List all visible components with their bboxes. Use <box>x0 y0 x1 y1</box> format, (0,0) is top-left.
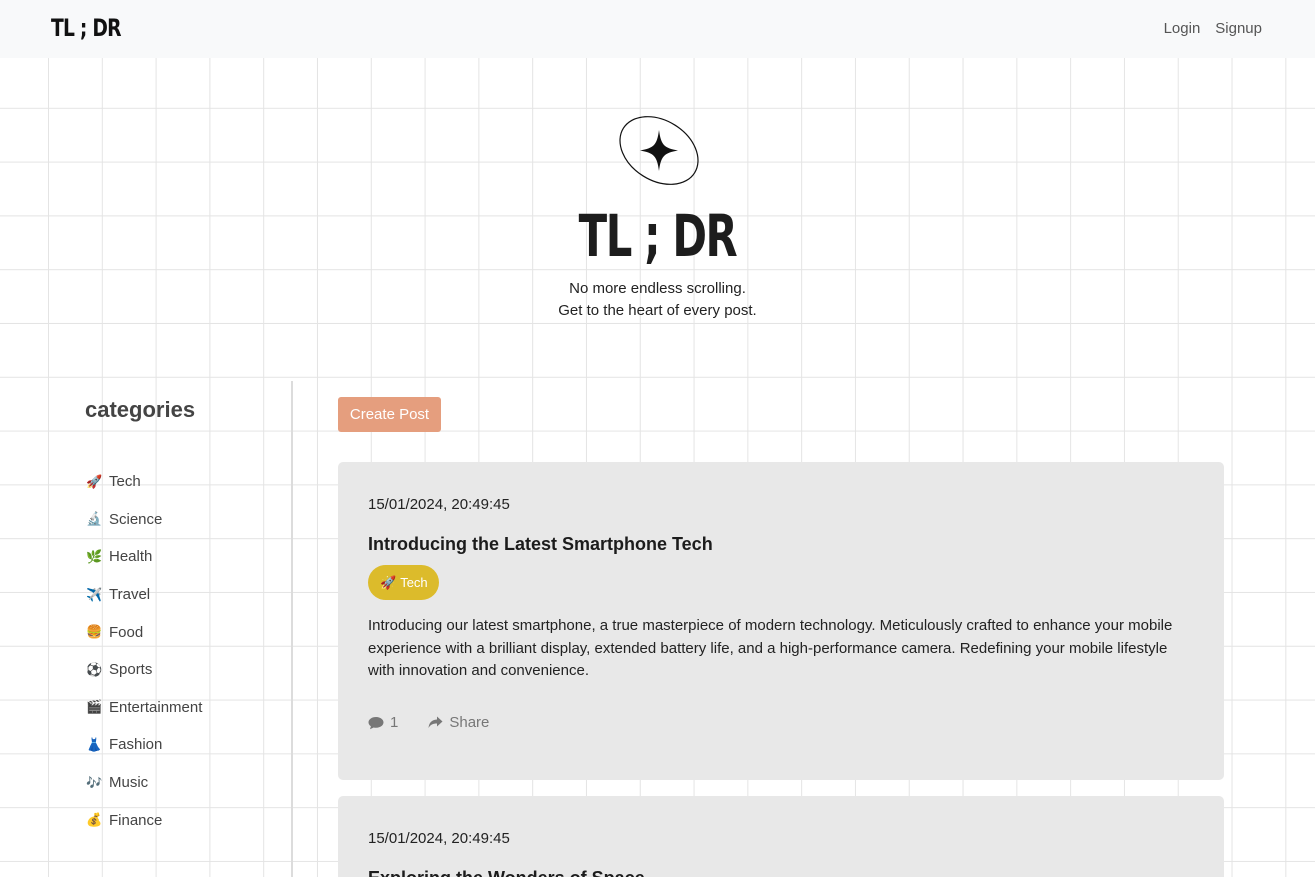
post-actions: 1 Share <box>368 714 489 731</box>
tagline-line-1: No more endless scrolling. <box>569 280 746 297</box>
category-label: Sports <box>109 661 153 679</box>
herb-icon: 🌿 <box>86 548 103 564</box>
categories-heading: categories <box>85 397 196 422</box>
category-item-travel[interactable]: ✈️ Travel <box>86 576 202 614</box>
category-item-food[interactable]: 🍔 Food <box>86 613 202 651</box>
tagline-line-2: Get to the heart of every post. <box>558 302 757 319</box>
music-notes-icon: 🎶 <box>86 774 103 790</box>
category-label: Music <box>109 774 149 792</box>
category-label: Finance <box>109 811 163 829</box>
rocket-icon: 🚀 <box>380 574 397 590</box>
brand-logo[interactable]: TL ; DR <box>51 14 121 42</box>
create-post-button[interactable]: Create Post <box>338 397 441 432</box>
comment-count: 1 <box>390 714 399 731</box>
category-label: Science <box>109 510 163 528</box>
tag-label: Tech <box>400 575 428 590</box>
money-bag-icon: 💰 <box>86 812 103 828</box>
post-date: 15/01/2024, 20:49:45 <box>368 496 510 513</box>
nav-links: Login Signup <box>1164 20 1262 37</box>
sidebar-divider <box>291 381 293 877</box>
soccer-ball-icon: ⚽ <box>86 661 103 677</box>
category-label: Travel <box>109 586 151 604</box>
hero-title: TL ; DR <box>578 202 738 270</box>
share-arrow-icon <box>428 716 443 728</box>
airplane-icon: ✈️ <box>86 586 103 602</box>
dress-icon: 👗 <box>86 736 103 752</box>
category-label: Tech <box>109 473 141 491</box>
category-label: Food <box>109 623 144 641</box>
category-item-science[interactable]: 🔬 Science <box>86 501 202 539</box>
category-item-fashion[interactable]: 👗 Fashion <box>86 726 202 764</box>
category-label: Fashion <box>109 736 163 754</box>
category-label: Entertainment <box>109 698 203 716</box>
category-item-sports[interactable]: ⚽ Sports <box>86 651 202 689</box>
category-item-health[interactable]: 🌿 Health <box>86 538 202 576</box>
post-body: Introducing our latest smartphone, a tru… <box>368 617 1173 679</box>
comment-icon <box>368 716 384 729</box>
category-list: 🚀 Tech 🔬 Science 🌿 Health ✈️ Travel 🍔 Food ⚽ S… <box>86 463 202 839</box>
post-title[interactable]: Exploring the Wonders of Space <box>368 868 645 877</box>
post-title[interactable]: Introducing the Latest Smartphone Tech <box>368 534 713 555</box>
post-card[interactable]: 15/01/2024, 20:49:45 Exploring the Wonde… <box>338 796 1224 877</box>
category-item-entertainment[interactable]: 🎬 Entertainment <box>86 689 202 727</box>
category-item-tech[interactable]: 🚀 Tech <box>86 463 202 501</box>
rocket-icon: 🚀 <box>86 473 103 489</box>
navbar: TL ; DR Login Signup <box>0 0 1315 58</box>
signup-link[interactable]: Signup <box>1215 20 1262 37</box>
comments-button[interactable]: 1 <box>368 714 398 731</box>
share-label: Share <box>449 714 490 731</box>
post-date: 15/01/2024, 20:49:45 <box>368 830 510 847</box>
microscope-icon: 🔬 <box>86 511 103 527</box>
category-item-music[interactable]: 🎶 Music <box>86 764 202 802</box>
post-card[interactable]: 15/01/2024, 20:49:45 Introducing the Lat… <box>338 462 1224 780</box>
clapperboard-icon: 🎬 <box>86 699 103 715</box>
category-item-finance[interactable]: 💰 Finance <box>86 801 202 839</box>
category-label: Health <box>109 548 153 566</box>
share-button[interactable]: Share <box>428 714 489 731</box>
category-tag-tech[interactable]: 🚀 Tech <box>368 565 439 600</box>
burger-icon: 🍔 <box>86 624 103 640</box>
login-link[interactable]: Login <box>1164 20 1201 37</box>
sparkle-ellipse-icon <box>619 116 699 185</box>
